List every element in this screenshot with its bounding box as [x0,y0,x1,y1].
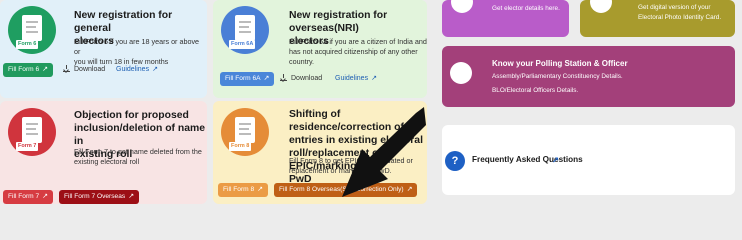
fill-form-6a-button[interactable]: Fill Form 6A ↗ [220,72,275,86]
fill-form-7-button[interactable]: Fill Form 7 ↗ [3,190,54,204]
form-6-icon: Form 6 [8,6,56,54]
form-7-badge-label: Form 7 [16,142,39,151]
faq-label[interactable]: Frequently Asked Questions [472,155,583,164]
id-card-icon [590,0,612,13]
card-form-6a: Form 6A New registration for overseas(NR… [213,0,427,98]
external-link-icon[interactable]: ↗ [552,155,559,166]
external-link-icon: ↗ [406,186,413,193]
form-6-badge-label: Form 6 [16,40,39,49]
card-description: Fill Form 6A if you are a citizen of Ind… [289,37,427,66]
card-description: Fill Form 7 to get name deleted from the… [74,147,202,166]
card-description: Fill Form 8 to get EPIC with updated or r… [289,156,413,175]
guidelines-form-6a-link[interactable]: Guidelines ↗ [335,72,377,86]
form-7-icon: Form 7 [8,108,56,156]
download-form-6-link[interactable]: Download [63,63,105,77]
fill-form-8-overseas-button[interactable]: Fill Form 8 Overseas(Self Correction Onl… [274,183,418,197]
tile-description: Get elector details here. [492,5,560,12]
search-electoral-roll-tile[interactable]: Get elector details here. [442,0,569,37]
external-link-icon: ↗ [371,75,377,82]
external-link-icon: ↗ [42,66,49,73]
services-page: Form 6 New registration for general elect… [0,0,742,204]
external-link-icon: ↗ [152,66,158,73]
card-form-7: Form 7 Objection for proposed inclusion/d… [0,101,207,204]
tile-title: Know your Polling Station & Officer [492,59,628,68]
card-form-8: Form 8 Shifting of residence/correction … [213,101,427,204]
fill-form-8-button[interactable]: Fill Form 8 ↗ [218,183,269,197]
know-polling-station-tile[interactable]: Know your Polling Station & Officer Asse… [442,46,735,107]
question-icon: ? [445,151,465,171]
guidelines-form-6-link[interactable]: Guidelines ↗ [116,63,158,77]
card-form-6: Form 6 New registration for general elect… [0,0,207,98]
form-8-badge-label: Form 8 [229,142,252,151]
tile-description: Assembly/Parliamentary Constituency Deta… [492,73,623,94]
download-form-6a-link[interactable]: Download [280,72,322,86]
form-8-icon: Form 8 [221,108,269,156]
form-6a-badge-label: Form 6A [229,40,256,49]
tile-description: Get digital version of your Electoral Pho… [638,4,722,21]
external-link-icon: ↗ [42,193,49,200]
external-link-icon: ↗ [128,193,135,200]
external-link-icon: ↗ [263,75,270,82]
search-person-icon [451,0,473,13]
fill-form-7-overseas-button[interactable]: Fill Form 7 Overseas ↗ [59,190,140,204]
location-pin-icon [450,62,472,84]
e-epic-download-tile[interactable]: Get digital version of your Electoral Pho… [580,0,735,37]
external-link-icon: ↗ [257,186,264,193]
download-icon [63,65,70,72]
fill-form-6-button[interactable]: Fill Form 6 ↗ [3,63,54,77]
download-icon [280,74,287,81]
form-6a-icon: Form 6A [221,6,269,54]
